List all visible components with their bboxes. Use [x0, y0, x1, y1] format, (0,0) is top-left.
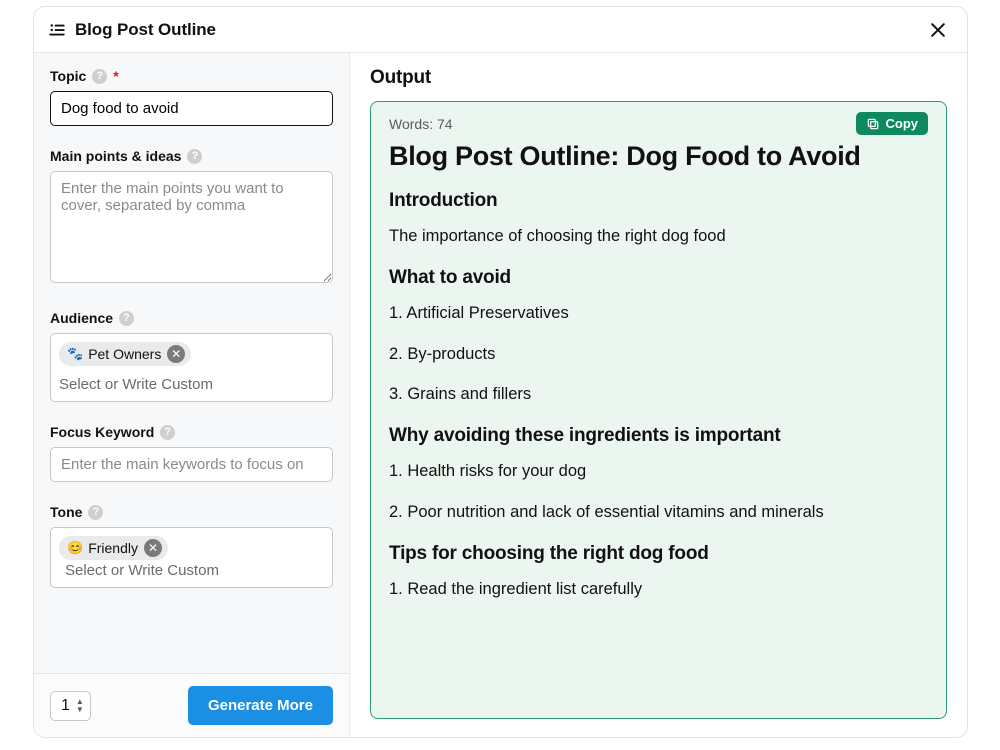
doc-p: The importance of choosing the right dog…	[389, 224, 928, 249]
help-icon[interactable]: ?	[187, 149, 202, 164]
label-focus-keyword: Focus Keyword ?	[50, 424, 333, 440]
tone-chip: 😊 Friendly ✕	[59, 536, 168, 560]
paw-icon: 🐾	[67, 346, 83, 362]
topic-input[interactable]	[50, 91, 333, 126]
required-indicator: *	[113, 68, 118, 84]
page-title: Blog Post Outline	[75, 20, 927, 40]
label-tone: Tone ?	[50, 504, 333, 520]
doc-li: 2. By-products	[389, 342, 928, 367]
audience-chip: 🐾 Pet Owners ✕	[59, 342, 191, 366]
main-points-input[interactable]	[50, 171, 333, 283]
quantity-stepper[interactable]: 1 ▲ ▼	[50, 691, 91, 721]
copy-button-label: Copy	[886, 116, 919, 131]
tone-input[interactable]: 😊 Friendly ✕ Select or Write Custom	[50, 527, 333, 588]
quantity-value: 1	[61, 697, 70, 715]
doc-h2-why: Why avoiding these ingredients is import…	[389, 425, 928, 447]
output-document: Blog Post Outline: Dog Food to Avoid Int…	[389, 141, 928, 601]
output-card-header: Words: 74 Copy	[389, 112, 928, 135]
field-audience: Audience ? 🐾 Pet Owners ✕ Select or Writ…	[50, 310, 333, 402]
label-topic: Topic ? *	[50, 68, 333, 84]
tone-placeholder: Select or Write Custom	[65, 562, 219, 579]
help-icon[interactable]: ?	[88, 505, 103, 520]
doc-li: 1. Artificial Preservatives	[389, 301, 928, 326]
fields: Topic ? * Main points & ideas ? Audi	[34, 53, 349, 673]
label-main-points-text: Main points & ideas	[50, 148, 181, 164]
field-focus-keyword: Focus Keyword ?	[50, 424, 333, 482]
doc-h2-intro: Introduction	[389, 190, 928, 212]
generate-button[interactable]: Generate More	[188, 686, 333, 725]
doc-h1: Blog Post Outline: Dog Food to Avoid	[389, 141, 928, 172]
help-icon[interactable]: ?	[160, 425, 175, 440]
input-panel: Topic ? * Main points & ideas ? Audi	[34, 53, 350, 737]
doc-li: 1. Health risks for your dog	[389, 459, 928, 484]
doc-li: 3. Grains and fillers	[389, 382, 928, 407]
tone-chip-label: Friendly	[88, 540, 138, 556]
field-topic: Topic ? *	[50, 68, 333, 126]
label-audience: Audience ?	[50, 310, 333, 326]
copy-button[interactable]: Copy	[856, 112, 929, 135]
remove-chip-button[interactable]: ✕	[144, 539, 162, 557]
label-topic-text: Topic	[50, 68, 86, 84]
audience-placeholder: Select or Write Custom	[59, 376, 324, 393]
focus-keyword-input[interactable]	[50, 447, 333, 482]
close-icon	[928, 20, 948, 40]
label-tone-text: Tone	[50, 504, 82, 520]
quantity-spin: ▲ ▼	[76, 698, 84, 714]
close-button[interactable]	[927, 19, 949, 41]
modal: Blog Post Outline Topic ? *	[33, 6, 968, 738]
output-title: Output	[370, 67, 947, 89]
help-icon[interactable]: ?	[119, 311, 134, 326]
doc-h2-avoid: What to avoid	[389, 267, 928, 289]
modal-body: Topic ? * Main points & ideas ? Audi	[34, 53, 967, 737]
field-tone: Tone ? 😊 Friendly ✕ Select or Write Cust…	[50, 504, 333, 588]
copy-icon	[866, 117, 880, 131]
modal-header: Blog Post Outline	[34, 7, 967, 53]
field-main-points: Main points & ideas ?	[50, 148, 333, 288]
label-focus-keyword-text: Focus Keyword	[50, 424, 154, 440]
audience-chip-label: Pet Owners	[88, 346, 161, 362]
audience-input[interactable]: 🐾 Pet Owners ✕ Select or Write Custom	[50, 333, 333, 402]
doc-li: 2. Poor nutrition and lack of essential …	[389, 500, 928, 525]
word-count: Words: 74	[389, 116, 453, 132]
outline-icon	[48, 21, 66, 39]
label-audience-text: Audience	[50, 310, 113, 326]
doc-li: 1. Read the ingredient list carefully	[389, 577, 928, 602]
doc-h2-tips: Tips for choosing the right dog food	[389, 543, 928, 565]
input-panel-footer: 1 ▲ ▼ Generate More	[34, 673, 349, 737]
chevron-down-icon[interactable]: ▼	[76, 706, 84, 714]
output-card: Words: 74 Copy Blog Post Outline: Dog Fo…	[370, 101, 947, 719]
help-icon[interactable]: ?	[92, 69, 107, 84]
output-panel: Output Words: 74 Copy Blog Post Outline:…	[350, 53, 967, 737]
smile-icon: 😊	[67, 540, 83, 556]
remove-chip-button[interactable]: ✕	[167, 345, 185, 363]
label-main-points: Main points & ideas ?	[50, 148, 333, 164]
